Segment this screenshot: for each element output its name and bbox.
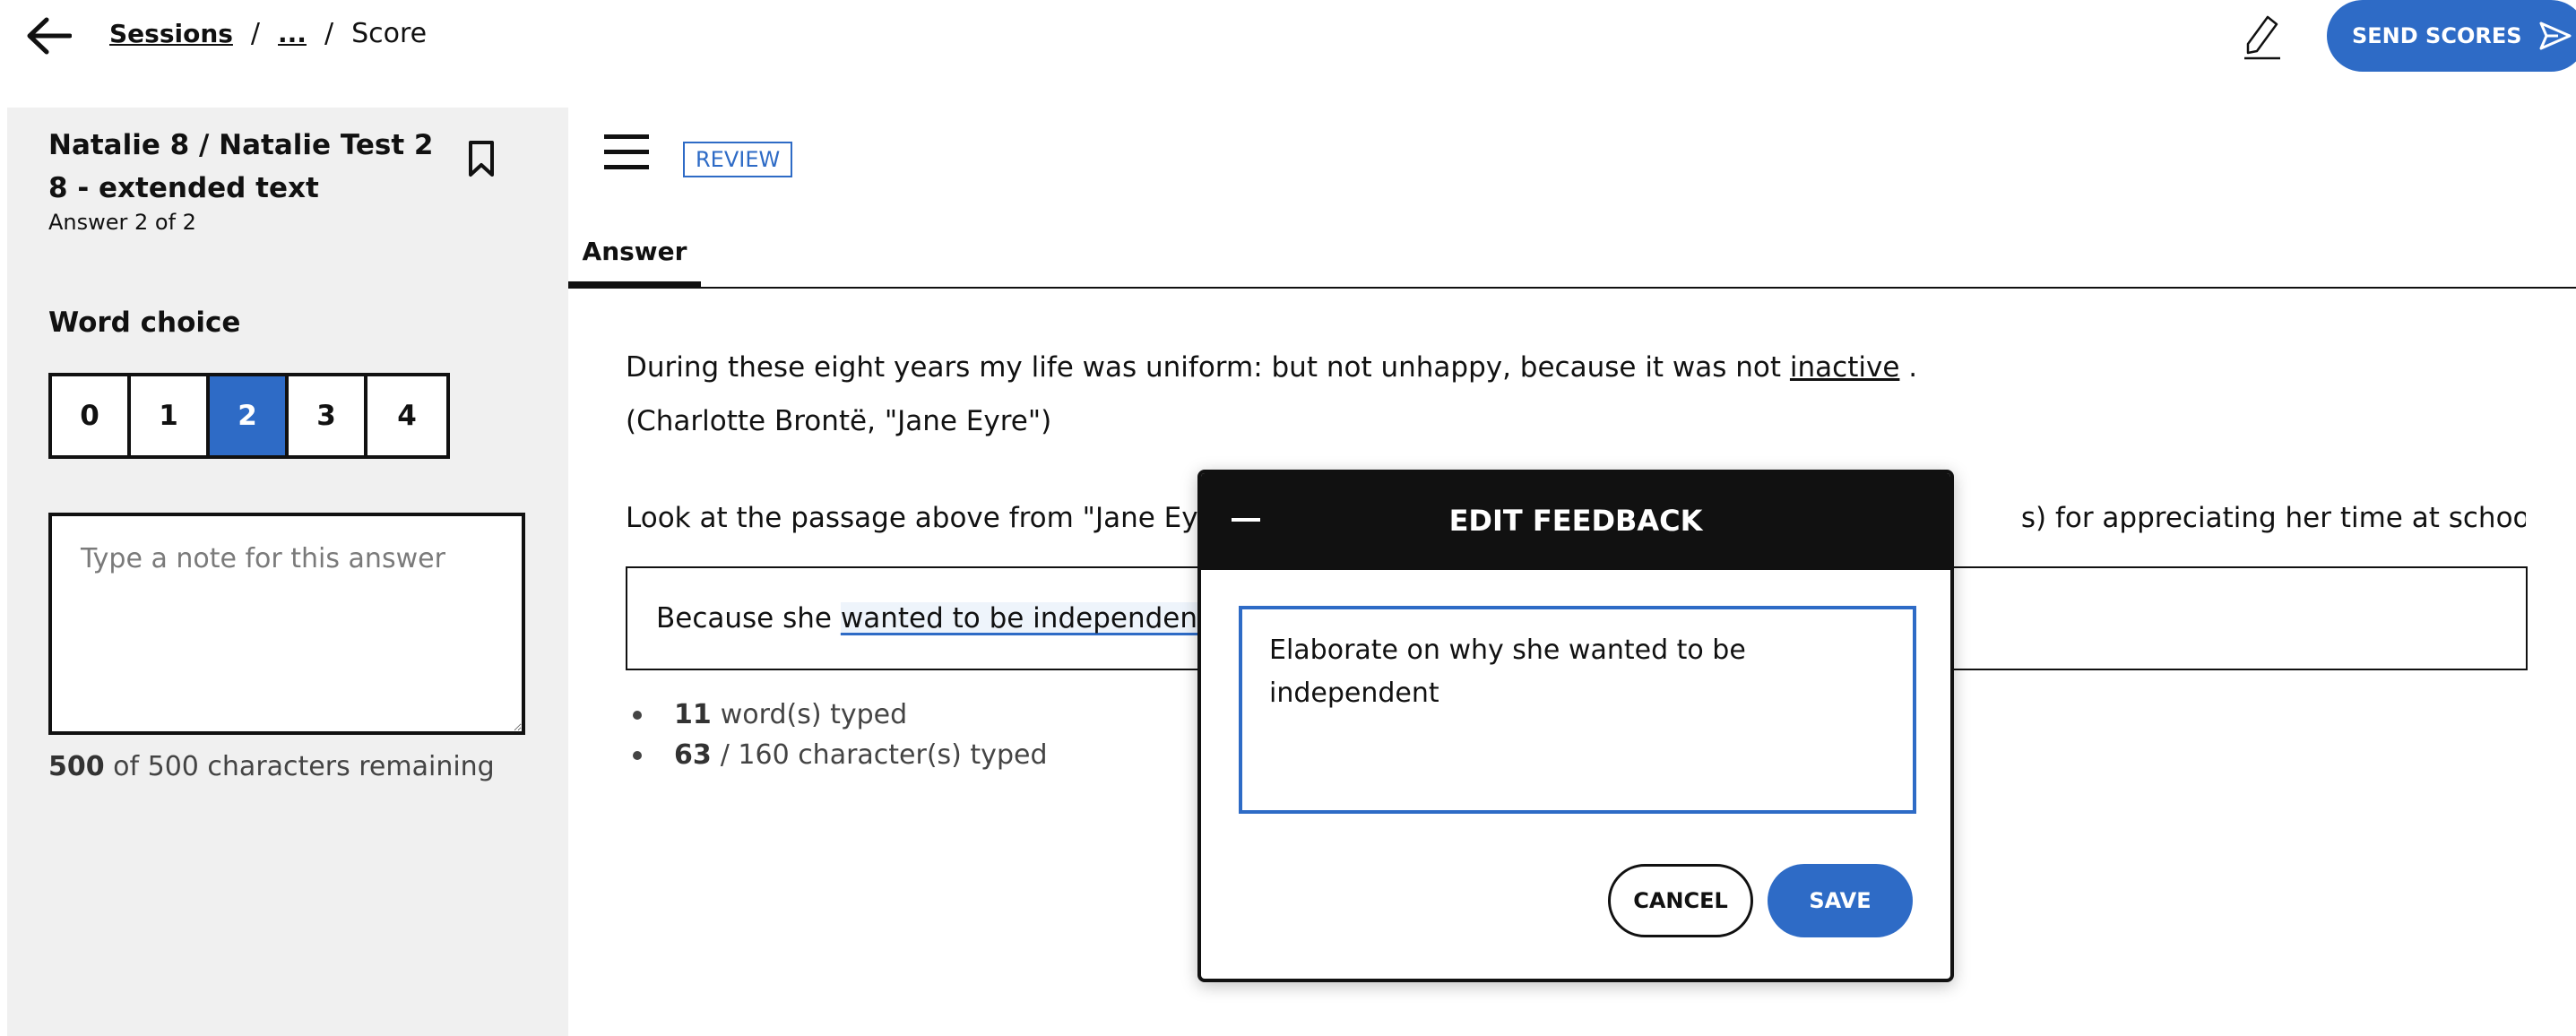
edit-button[interactable] bbox=[2237, 11, 2287, 65]
bullet-icon bbox=[633, 710, 642, 720]
passage-attribution: (Charlotte Brontë, "Jane Eyre") bbox=[626, 405, 1052, 437]
words-typed-count: 11 bbox=[674, 699, 712, 730]
tab-bar: Answer bbox=[568, 215, 2576, 289]
bookmark-icon bbox=[469, 141, 494, 177]
score-option-2[interactable]: 2 bbox=[210, 376, 289, 455]
tab-answer[interactable]: Answer bbox=[568, 215, 701, 289]
characters-remaining-label: of 500 characters remaining bbox=[113, 751, 495, 782]
passage-text-end: . bbox=[1899, 351, 1918, 384]
arrow-left-icon bbox=[27, 17, 72, 55]
sidebar: Natalie 8 / Natalie Test 2 8 - extended … bbox=[7, 108, 568, 1036]
breadcrumb-current: Score bbox=[351, 18, 428, 49]
score-option-1[interactable]: 1 bbox=[131, 376, 210, 455]
score-selector: 0 1 2 3 4 bbox=[48, 373, 450, 459]
bookmark-button[interactable] bbox=[466, 140, 502, 183]
passage-text-start: During these eight years my life was uni… bbox=[626, 351, 1790, 384]
passage-text: During these eight years my life was uni… bbox=[626, 348, 1917, 387]
hamburger-menu-icon-line bbox=[604, 150, 649, 154]
review-badge: REVIEW bbox=[683, 142, 793, 177]
words-typed-label: word(s) typed bbox=[720, 699, 908, 730]
passage-underlined-word: inactive bbox=[1789, 351, 1900, 384]
breadcrumb-sessions-link[interactable]: Sessions bbox=[109, 19, 233, 48]
cancel-button[interactable]: CANCEL bbox=[1608, 864, 1753, 937]
back-button[interactable] bbox=[22, 11, 75, 61]
answer-stats: 11 word(s) typed 63 / 160 character(s) t… bbox=[633, 699, 1047, 780]
breadcrumb-separator: / bbox=[250, 18, 261, 49]
bullet-icon bbox=[633, 750, 642, 760]
session-title: Natalie 8 / Natalie Test 2 8 - extended … bbox=[48, 129, 434, 204]
answer-highlighted-text[interactable]: wanted to be independent bbox=[840, 602, 1209, 635]
top-bar: Sessions / ... / Score SEND SCORES bbox=[0, 0, 2576, 72]
characters-typed-count: 63 bbox=[674, 739, 712, 771]
edit-feedback-dialog: EDIT FEEDBACK Elaborate on why she wante… bbox=[1197, 470, 1954, 982]
characters-typed-label: / 160 character(s) typed bbox=[720, 739, 1048, 771]
save-button[interactable]: SAVE bbox=[1768, 864, 1913, 937]
characters-remaining: 500 of 500 characters remaining bbox=[48, 751, 495, 782]
question-text-start: Look at the passage above from "Jane Eyr… bbox=[626, 502, 1248, 534]
dialog-header: EDIT FEEDBACK bbox=[1201, 473, 1950, 570]
send-icon bbox=[2539, 22, 2572, 50]
hamburger-menu-button[interactable] bbox=[604, 134, 649, 176]
hamburger-menu-icon bbox=[604, 134, 649, 139]
send-scores-button[interactable]: SEND SCORES bbox=[2327, 0, 2576, 72]
breadcrumb-separator: / bbox=[324, 18, 334, 49]
dialog-title: EDIT FEEDBACK bbox=[1448, 504, 1703, 538]
send-scores-label: SEND SCORES bbox=[2352, 23, 2522, 48]
answer-note-input[interactable] bbox=[48, 513, 525, 735]
score-option-4[interactable]: 4 bbox=[367, 376, 446, 455]
hamburger-menu-icon-line bbox=[604, 165, 649, 169]
characters-typed-stat: 63 / 160 character(s) typed bbox=[633, 739, 1047, 771]
breadcrumb-ellipsis-link[interactable]: ... bbox=[278, 19, 307, 48]
pencil-icon bbox=[2244, 15, 2280, 60]
feedback-input[interactable]: Elaborate on why she wanted to be indepe… bbox=[1239, 606, 1916, 814]
characters-remaining-count: 500 bbox=[48, 751, 105, 782]
answer-text-start: Because she bbox=[656, 602, 841, 635]
score-option-0[interactable]: 0 bbox=[52, 376, 131, 455]
words-typed-stat: 11 word(s) typed bbox=[633, 699, 1047, 730]
score-option-3[interactable]: 3 bbox=[289, 376, 367, 455]
question-text-end: s) for appreciating her time at school. bbox=[2020, 502, 2526, 534]
breadcrumb: Sessions / ... / Score bbox=[109, 18, 427, 49]
word-choice-label: Word choice bbox=[48, 306, 241, 339]
answer-counter: Answer 2 of 2 bbox=[48, 210, 196, 235]
